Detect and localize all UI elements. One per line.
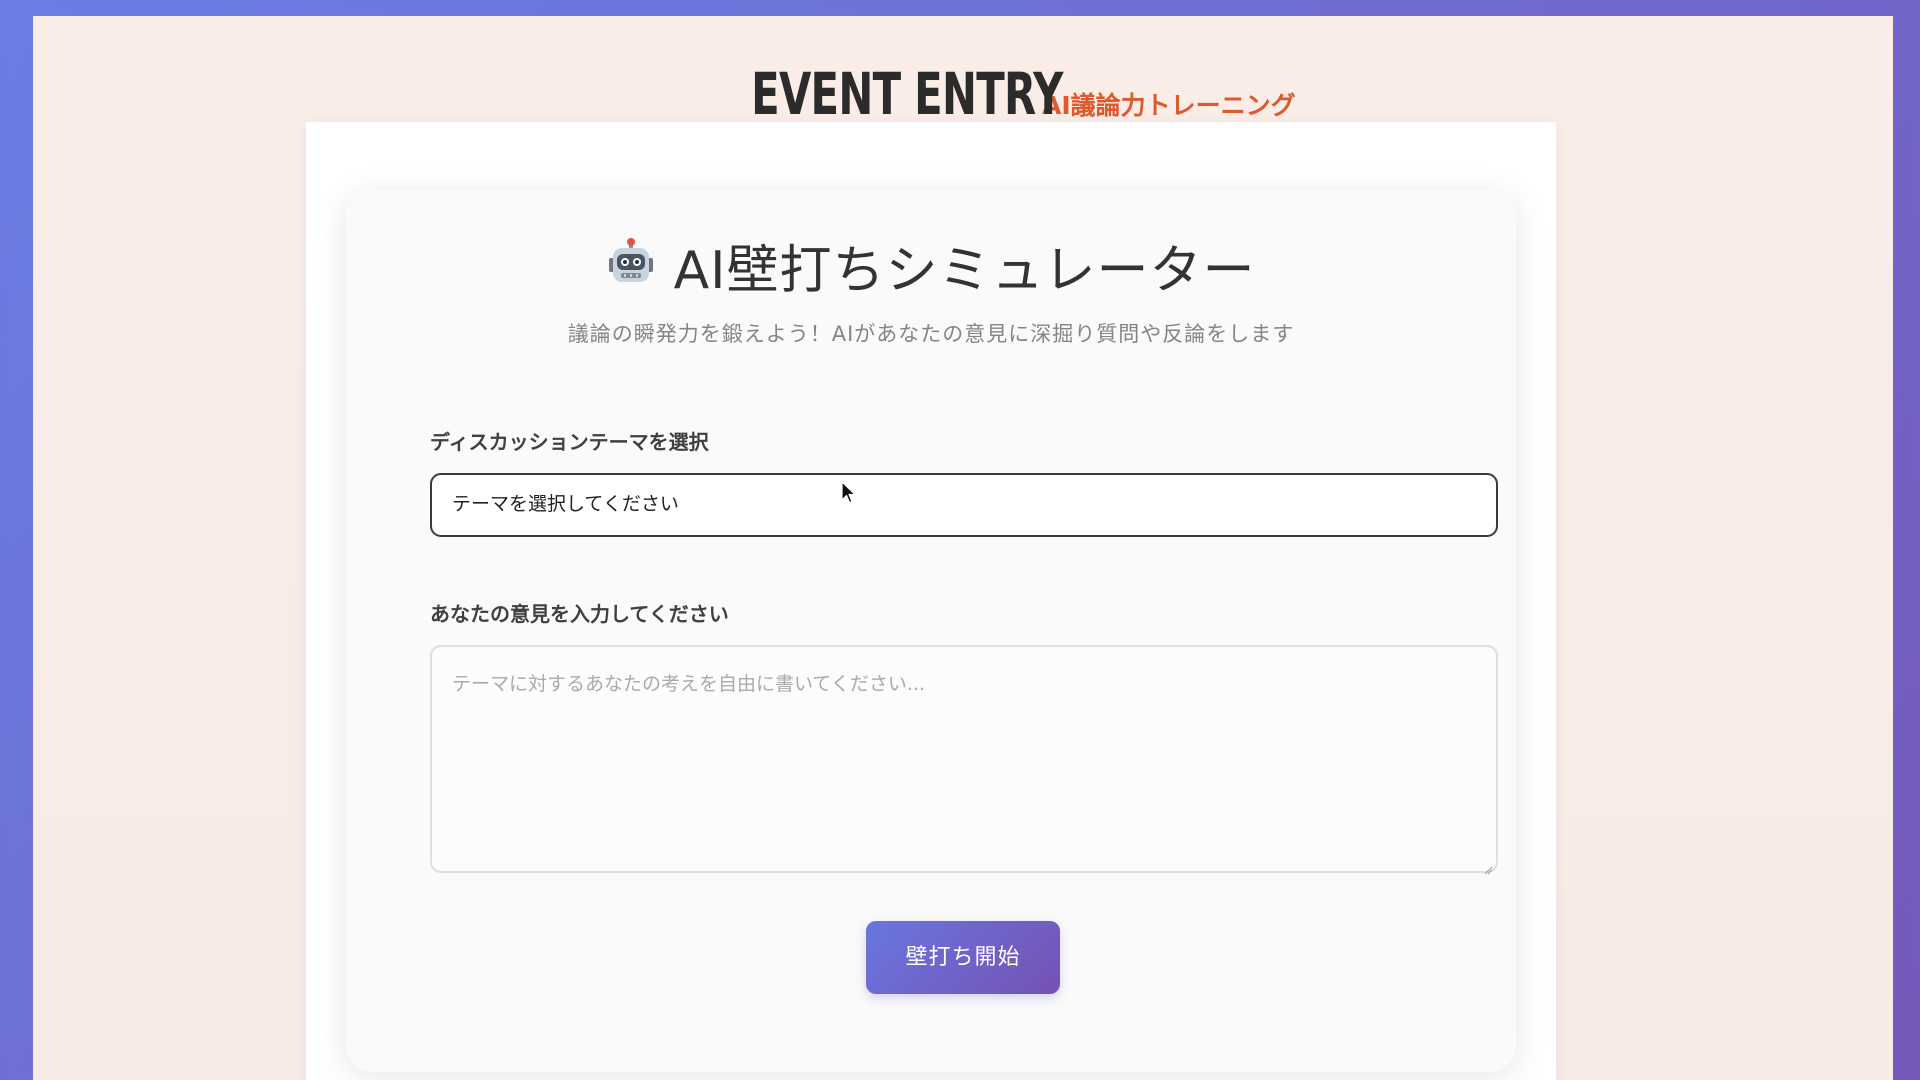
start-button[interactable]: 壁打ち開始 [866, 921, 1060, 994]
opinion-placeholder: テーマに対するあなたの考えを自由に書いてください... [452, 673, 925, 695]
opinion-textarea[interactable]: テーマに対するあなたの考えを自由に書いてください... [430, 645, 1498, 875]
brand-header: EVENT ENTRY AI議論力トレーニング [33, 60, 1893, 128]
robot-icon [607, 237, 655, 286]
theme-label: ディスカッションテーマを選択 [430, 430, 709, 454]
resize-handle-icon[interactable] [1483, 858, 1493, 875]
opinion-label: あなたの意見を入力してください [430, 602, 729, 626]
simulator-subtitle: 議論の瞬発力を鍛えよう！AIがあなたの意見に深掘り質問や反論をします [567, 322, 1295, 346]
simulator-title-row: AI壁打ちシミュレーター [346, 228, 1516, 303]
brand-title: EVENT ENTRY [751, 60, 1063, 128]
simulator-title: AI壁打ちシミュレーター [673, 241, 1256, 301]
mouse-cursor-icon [841, 481, 857, 505]
simulator-card: AI壁打ちシミュレーター 議論の瞬発力を鍛えよう！AIがあなたの意見に深掘り質問… [346, 190, 1516, 1072]
brand-subtitle: AI議論力トレーニング [1042, 91, 1296, 120]
theme-select-value: テーマを選択してください [452, 493, 679, 515]
theme-select[interactable]: テーマを選択してください [430, 473, 1498, 537]
